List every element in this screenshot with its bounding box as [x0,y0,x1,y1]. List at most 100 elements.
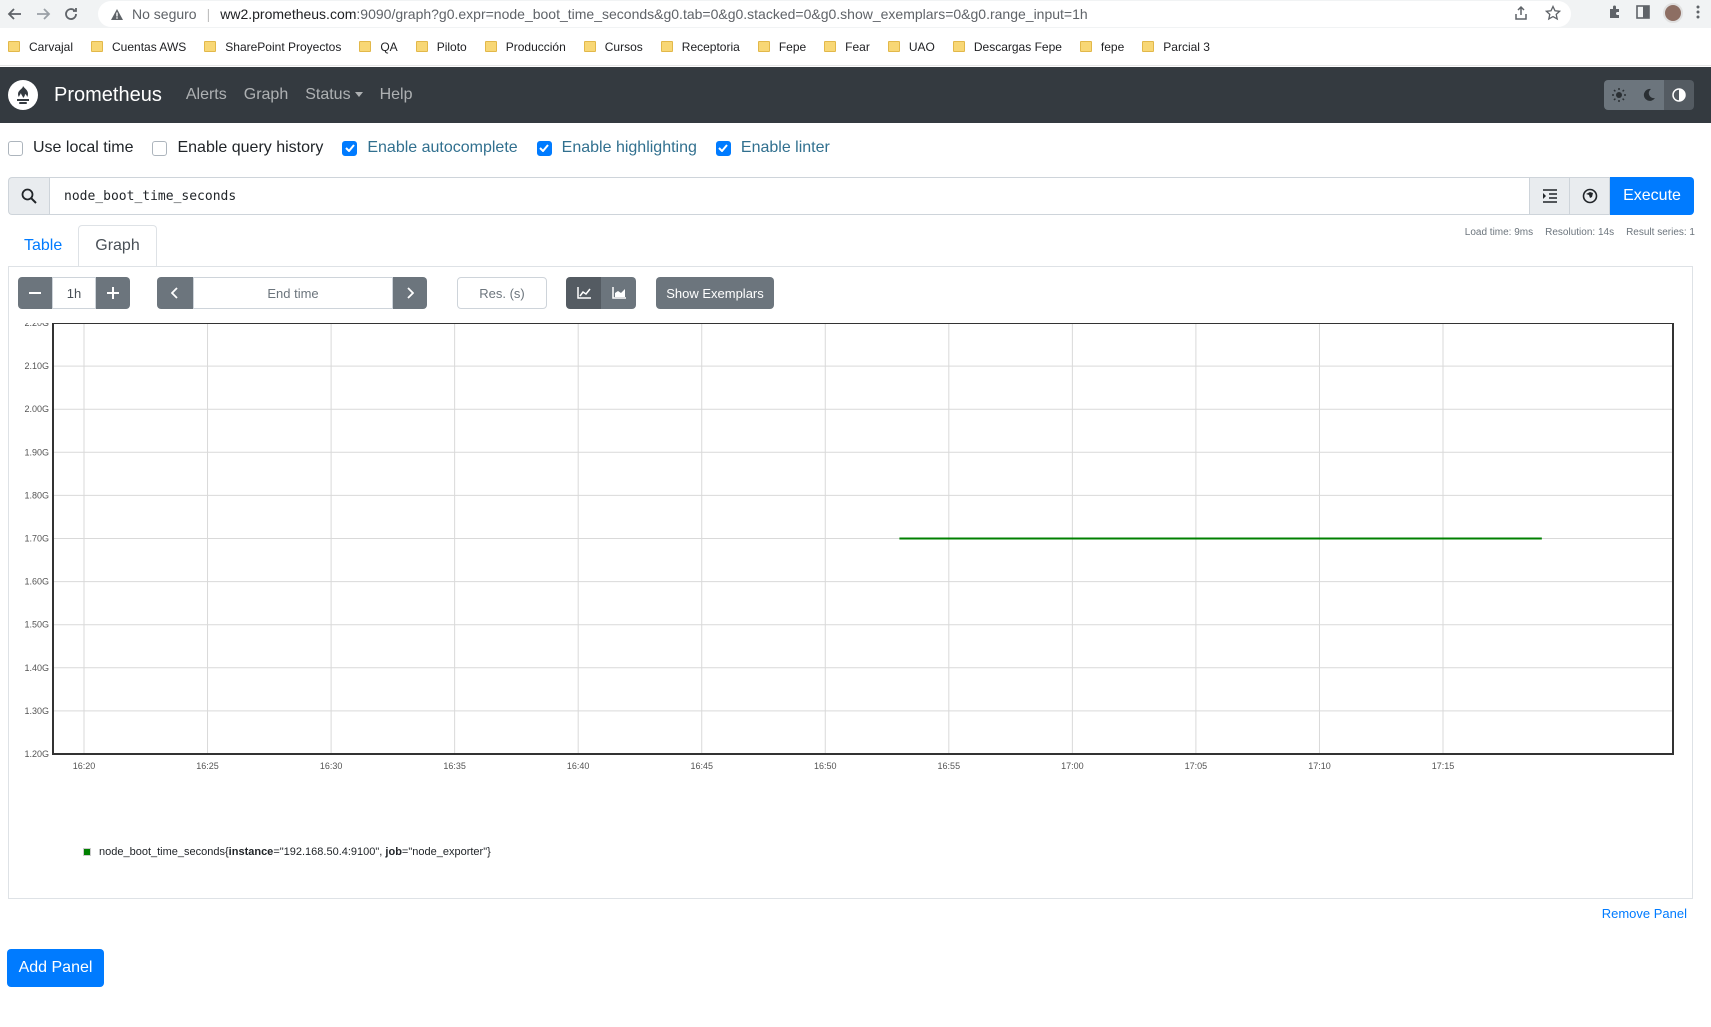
contrast-icon[interactable] [1664,80,1694,110]
y-tick-label: 1.20G [24,749,49,759]
y-tick-label: 1.30G [24,706,49,716]
folder-icon [952,41,965,52]
bookmark-item[interactable]: SharePoint Proyectos [204,40,341,54]
side-panel-icon[interactable] [1635,4,1651,23]
remove-panel-link[interactable]: Remove Panel [1602,906,1687,921]
checkbox[interactable] [536,140,552,156]
option-enable-query-history[interactable]: Enable query history [152,139,323,157]
stacked-chart-icon[interactable] [601,277,636,309]
nav-status[interactable]: Status [305,86,363,104]
bookmark-label: Cursos [604,39,643,54]
nav-alerts[interactable]: Alerts [186,86,227,104]
sun-icon[interactable] [1604,80,1634,110]
legend-series-label: node_boot_time_seconds{instance="192.168… [99,846,491,858]
range-input[interactable]: 1h [52,277,96,309]
bookmark-item[interactable]: Fepe [757,40,806,54]
prometheus-logo-icon[interactable] [8,80,38,110]
profile-avatar[interactable] [1663,3,1683,23]
load-time: Load time: 9ms [1464,227,1534,238]
graph-chart: 2.20G 2.10G 2.00G 1.90G 1.80G 1.70G 1.60G 1.50G… [9,318,1694,803]
folder-icon [415,41,428,52]
x-tick-label: 16:45 [690,761,713,771]
option-enable-autocomplete[interactable]: Enable autocomplete [342,139,518,157]
checkbox[interactable] [8,140,23,156]
chevron-right-icon[interactable] [393,277,427,309]
legend-metric: node_boot_time_seconds{ [99,846,229,858]
folder-icon [583,41,596,52]
url-host: ww2.prometheus.com [220,6,357,22]
bookmark-item[interactable]: Cuentas AWS [91,40,186,54]
x-tick-label: 16:40 [567,761,590,771]
bookmark-item[interactable]: QA [359,40,398,54]
insecure-label[interactable]: No seguro [132,6,197,22]
nav-status-label: Status [305,86,351,103]
chevron-left-icon[interactable] [157,277,193,309]
brand-title[interactable]: Prometheus [54,84,162,107]
checkbox[interactable] [342,140,358,156]
option-label: Enable autocomplete [367,139,518,156]
end-time-input[interactable]: End time [193,277,393,309]
folder-icon [204,41,217,52]
x-tick-label: 16:25 [196,761,219,771]
x-tick-label: 16:50 [814,761,837,771]
metrics-explorer-icon[interactable] [1570,177,1610,215]
expression-input[interactable]: node_boot_time_seconds [49,177,1530,215]
extensions-icon[interactable] [1607,4,1623,23]
chart-svg[interactable]: 2.20G 2.10G 2.00G 1.90G 1.80G 1.70G 1.60G 1.50G… [9,318,1694,803]
folder-icon [887,41,900,52]
nav-graph[interactable]: Graph [244,86,288,104]
share-icon[interactable] [1513,5,1529,24]
bookmark-item[interactable]: Carvajal [8,40,73,54]
folder-icon [8,41,20,52]
bookmark-item[interactable]: Piloto [415,39,467,54]
bookmark-item[interactable]: fepe [1079,39,1125,54]
moon-icon[interactable] [1634,80,1664,110]
bookmark-item[interactable]: Cursos [583,39,643,54]
checkbox[interactable] [715,140,731,156]
nav-help[interactable]: Help [380,86,413,104]
bookmark-label: fepe [1100,39,1125,54]
tab-graph[interactable]: Graph [78,225,157,267]
execute-button[interactable]: Execute [1610,177,1694,215]
result-series: Result series: 1 [1626,227,1695,238]
more-menu-icon[interactable] [1695,4,1701,23]
bookmark-item[interactable]: Fear [824,40,870,54]
bookmark-label: UAO [908,39,935,54]
line-chart-icon[interactable] [566,277,601,309]
bookmark-item[interactable]: Producción [484,39,566,54]
resolution-input[interactable]: Res. (s) [457,277,547,309]
x-tick-label: 17:15 [1432,761,1455,771]
checkbox[interactable] [152,140,168,156]
add-panel-button[interactable]: Add Panel [7,949,104,987]
bookmark-item[interactable]: Receptoria [660,40,740,54]
bookmark-label: Piloto [436,39,467,54]
increase-range-button[interactable] [96,277,130,309]
format-expression-icon[interactable] [1530,177,1570,215]
bookmarks-bar: Carvajal Cuentas AWS SharePoint Proyectos Q… [0,28,1711,66]
decrease-range-button[interactable] [18,277,52,309]
forward-icon[interactable] [32,3,54,25]
graph-panel: 1h End time Res. (s) Show Exemplars 2.20… [8,266,1693,899]
show-exemplars-button[interactable]: Show Exemplars [656,277,774,309]
expression-bar: node_boot_time_seconds Execute [8,177,1694,215]
option-label: Enable linter [740,139,830,156]
reload-icon[interactable] [60,3,82,25]
option-enable-linter[interactable]: Enable linter [715,139,830,157]
bookmark-label: Producción [505,39,566,54]
bookmark-item[interactable]: Descargas Fepe [952,40,1062,54]
graph-legend[interactable]: node_boot_time_seconds{instance="192.168… [83,846,491,858]
back-icon[interactable] [4,3,26,25]
bookmark-item[interactable]: UAO [887,39,935,54]
x-tick-label: 17:05 [1185,761,1208,771]
option-use-local-time[interactable]: Use local time [8,139,133,157]
search-icon [8,177,49,215]
y-tick-label: 1.80G [24,490,49,500]
star-icon[interactable] [1544,4,1562,24]
option-enable-highlighting[interactable]: Enable highlighting [536,139,697,157]
resolution: Resolution: 14s [1545,227,1615,238]
tab-table[interactable]: Table [8,225,78,267]
address-bar[interactable]: No seguro | ww2.prometheus.com:9090/grap… [98,1,1571,27]
bookmark-item[interactable]: Parcial 3 [1142,40,1210,54]
y-tick-label: 2.10G [24,361,49,371]
option-label: Use local time [33,139,134,156]
